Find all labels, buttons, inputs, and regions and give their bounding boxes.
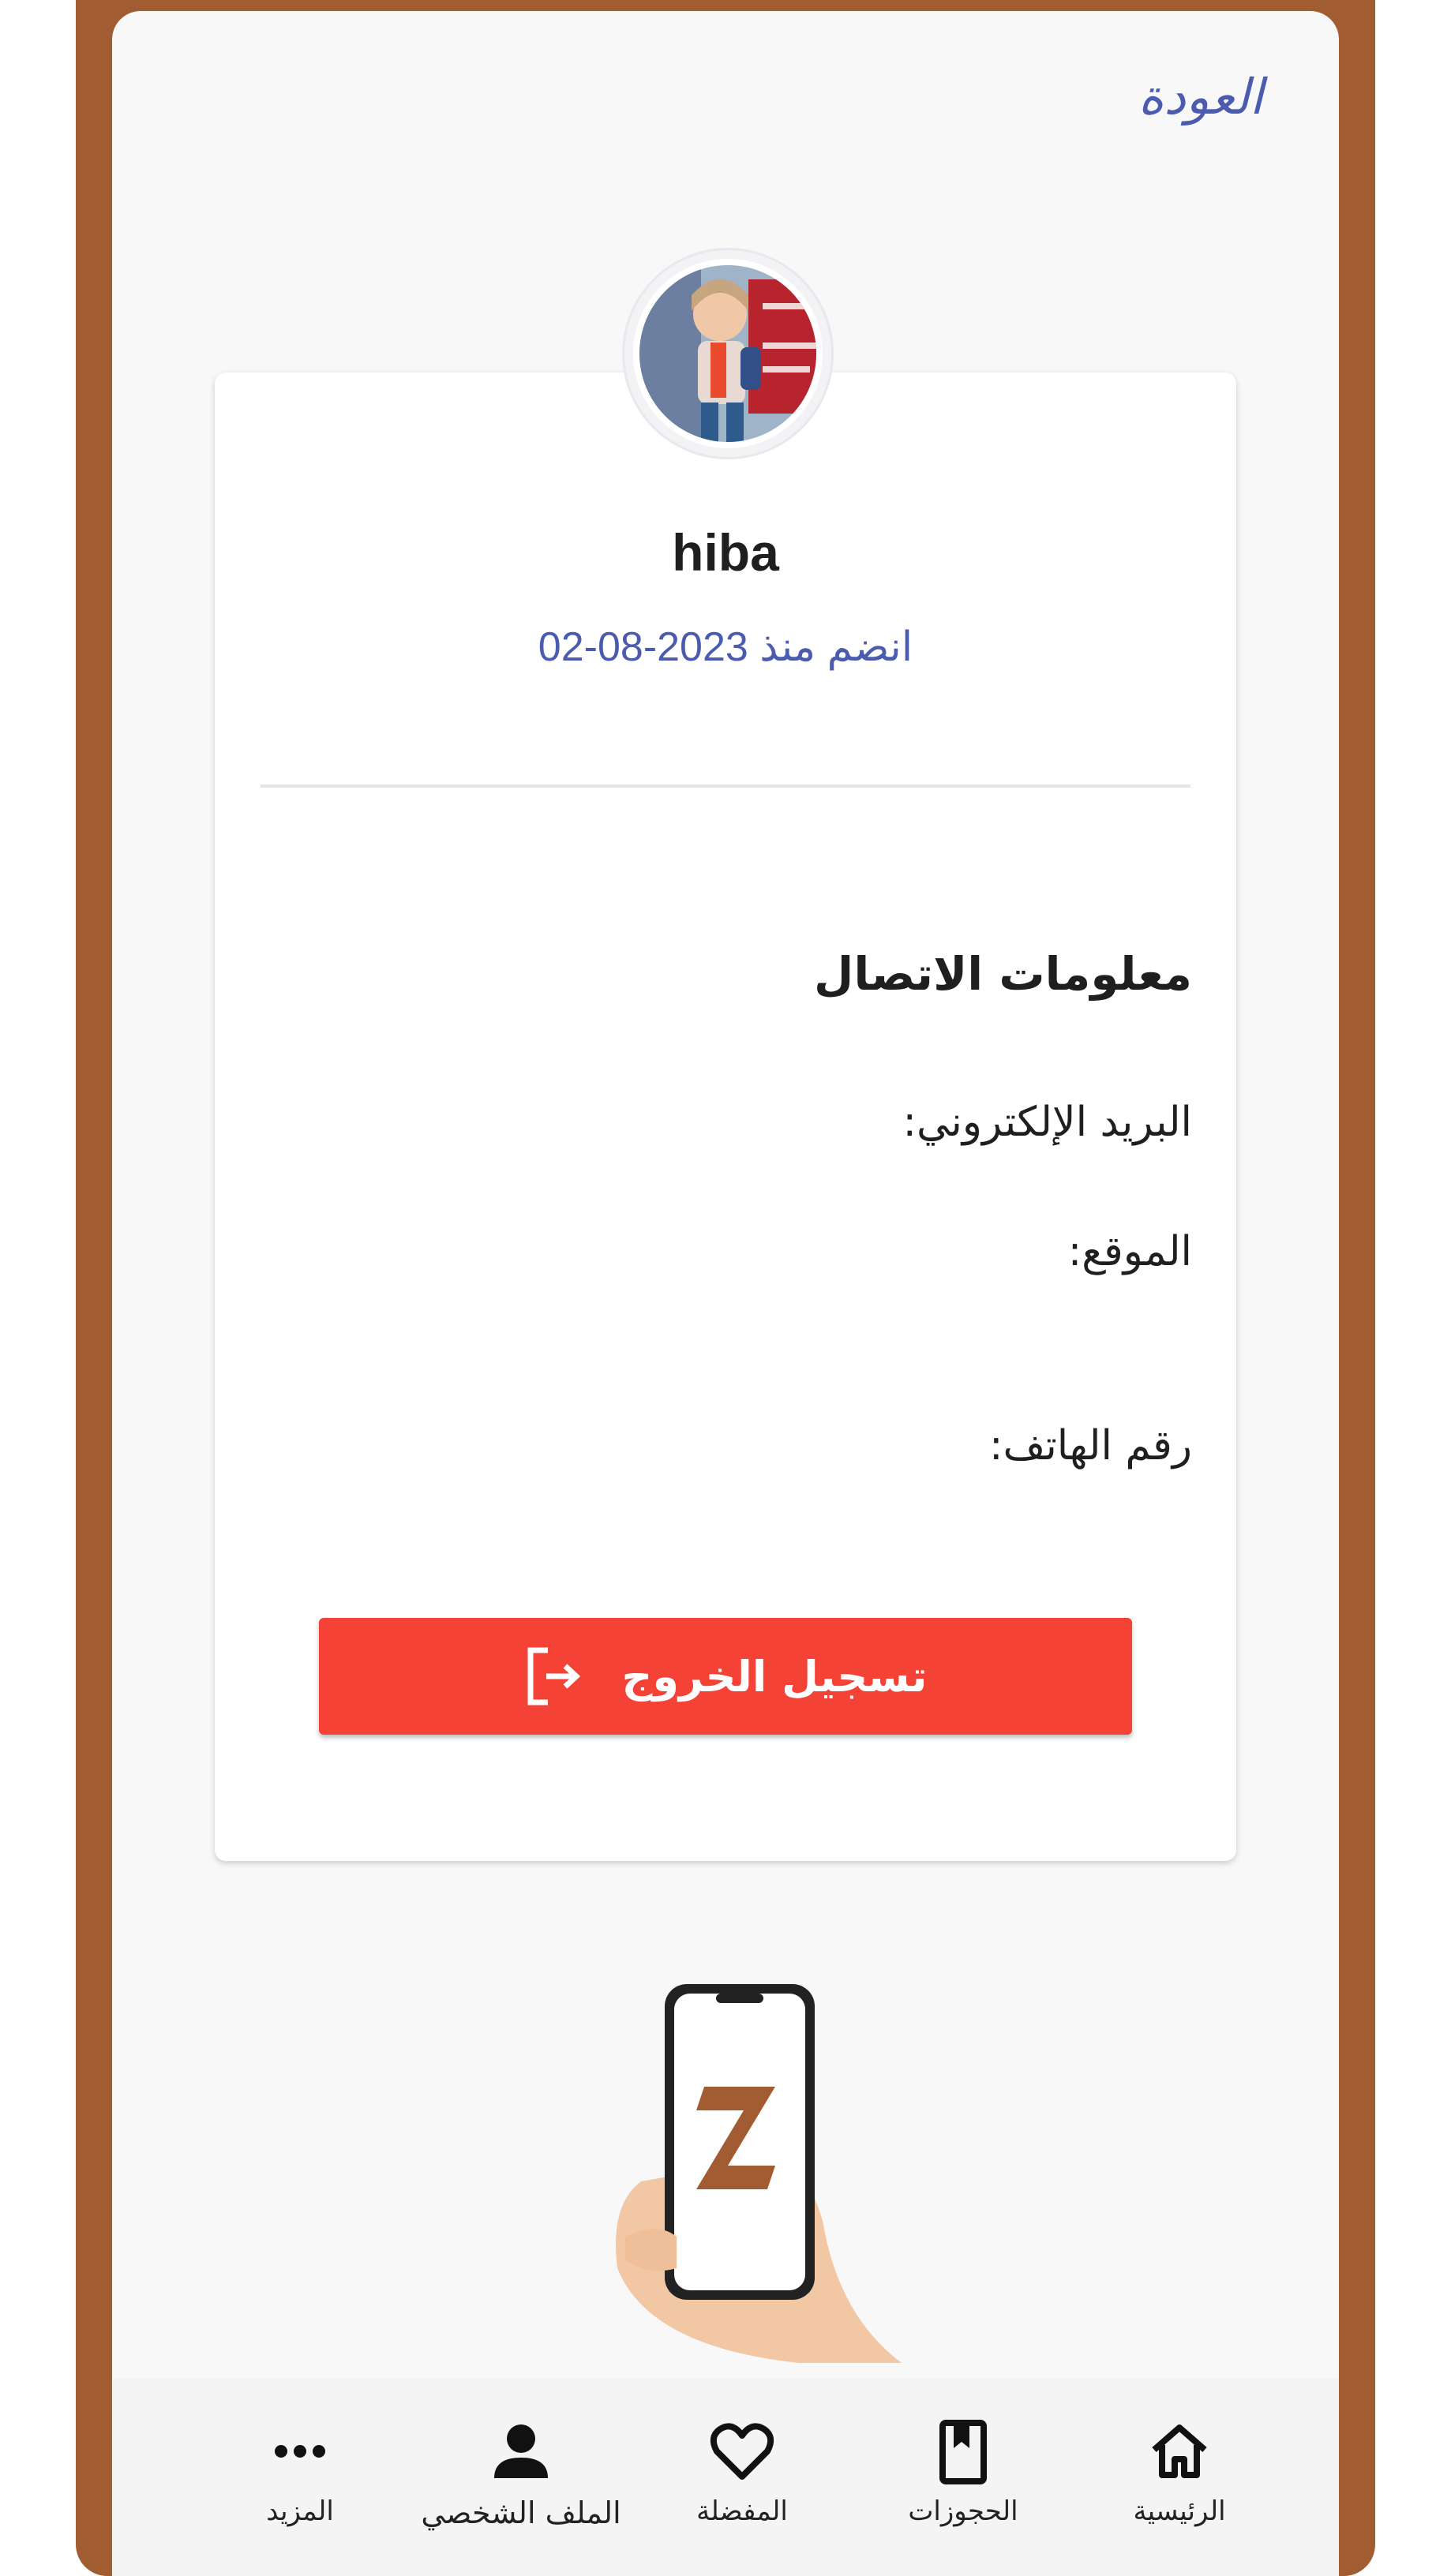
username: hiba [672,523,779,582]
nav-favorites[interactable]: المفضلة [632,2418,853,2527]
nav-favorites-label: المفضلة [696,2496,788,2527]
logout-button[interactable]: تسجيل الخروج [319,1618,1132,1735]
nav-more-label: المزيد [266,2496,334,2527]
contact-info-title: معلومات الاتصال [814,947,1192,1001]
nav-profile[interactable]: الملف الشخصي [411,2418,632,2530]
bookmark-icon [939,2420,987,2484]
avatar[interactable] [622,248,834,459]
heart-icon [710,2423,774,2480]
bottom-navigation: الرئيسية الحجوزات المفضلة الملف الشخصي ا… [112,2379,1339,2576]
nav-home-label: الرئيسية [1133,2496,1226,2527]
person-icon [494,2424,548,2478]
nav-home[interactable]: الرئيسية [1069,2418,1290,2527]
location-label: الموقع: [1067,1228,1192,1275]
phone-label: رقم الهاتف: [988,1422,1192,1470]
promo-phone-image [616,1984,902,2363]
back-link[interactable]: العودة [1138,68,1263,125]
nav-bookings-label: الحجوزات [908,2496,1018,2527]
logout-label: تسجيل الخروج [621,1651,928,1702]
profile-card: hiba انضم منذ 2023-08-02 معلومات الاتصال… [215,373,1236,1861]
home-icon [1152,2424,1207,2478]
logout-icon [527,1647,580,1705]
email-label: البريد الإلكتروني: [902,1099,1192,1146]
nav-bookings[interactable]: الحجوزات [853,2418,1074,2527]
nav-profile-label: الملف الشخصي [421,2496,621,2530]
more-icon [275,2445,325,2458]
app-screen: العودة hiba انضم منذ 2023-08-02 معلومات … [112,11,1339,2576]
nav-more[interactable]: المزيد [189,2418,411,2527]
joined-date: انضم منذ 2023-08-02 [538,624,913,670]
avatar-image [633,259,823,448]
divider [261,784,1190,788]
